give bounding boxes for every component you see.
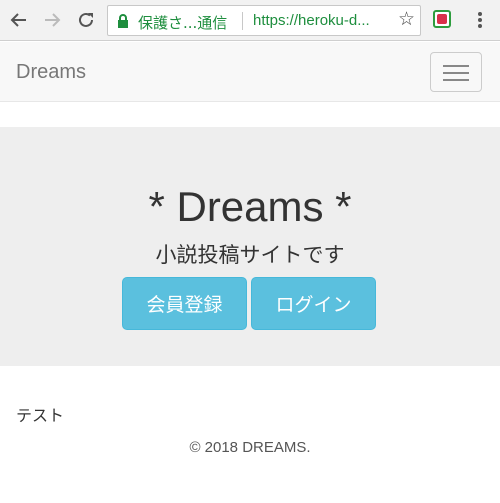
- page-title: * Dreams *: [148, 183, 352, 230]
- jumbotron: * Dreams * 小説投稿サイトです 会員登録 ログイン: [0, 127, 500, 366]
- site-navbar: Dreams: [0, 42, 500, 102]
- login-button[interactable]: ログイン: [251, 277, 376, 330]
- url-text[interactable]: https://heroku-d...: [253, 12, 370, 29]
- forward-arrow-icon[interactable]: [40, 8, 64, 32]
- address-bar[interactable]: 保護さ...通信 https://heroku-d... ☆: [107, 5, 421, 36]
- star-icon[interactable]: ☆: [398, 10, 415, 30]
- reload-icon[interactable]: [74, 8, 98, 32]
- register-button[interactable]: 会員登録: [122, 277, 247, 330]
- address-divider: [242, 12, 243, 30]
- hamburger-icon: [443, 65, 469, 67]
- browser-toolbar: 保護さ...通信 https://heroku-d... ☆: [0, 0, 500, 41]
- back-arrow-icon[interactable]: [7, 8, 31, 32]
- page-subtitle: 小説投稿サイトです: [155, 243, 345, 267]
- extension-icon[interactable]: [433, 10, 451, 28]
- lock-icon: [117, 14, 129, 33]
- menu-icon[interactable]: [470, 9, 490, 31]
- hamburger-menu-button[interactable]: [430, 52, 482, 92]
- footer-copyright: © 2018 DREAMS.: [189, 439, 311, 456]
- security-label: 保護さ...通信: [138, 14, 228, 32]
- content-text: テスト: [16, 406, 65, 425]
- navbar-brand[interactable]: Dreams: [16, 61, 86, 84]
